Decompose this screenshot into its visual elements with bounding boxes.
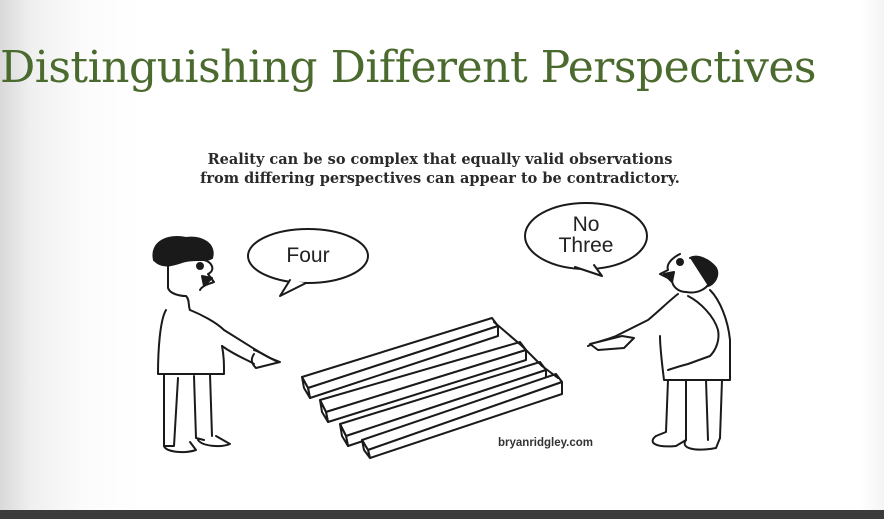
cartoon-illustration (152, 202, 731, 459)
right-man-figure (587, 253, 731, 451)
cartoon-credit: bryanridgley.com (498, 437, 594, 449)
right-speech-text: No Three (536, 214, 636, 256)
bottom-bar (0, 510, 884, 519)
left-speech-text: Four (286, 244, 330, 267)
right-speech-line-2: Three (558, 234, 614, 257)
slide: Distinguishing Different Perspectives Re… (0, 0, 884, 510)
right-speech-line-1: No (572, 213, 600, 236)
cartoon: Reality can be so complex that equally v… (120, 150, 760, 470)
slide-title: Distinguishing Different Perspectives (0, 42, 816, 93)
